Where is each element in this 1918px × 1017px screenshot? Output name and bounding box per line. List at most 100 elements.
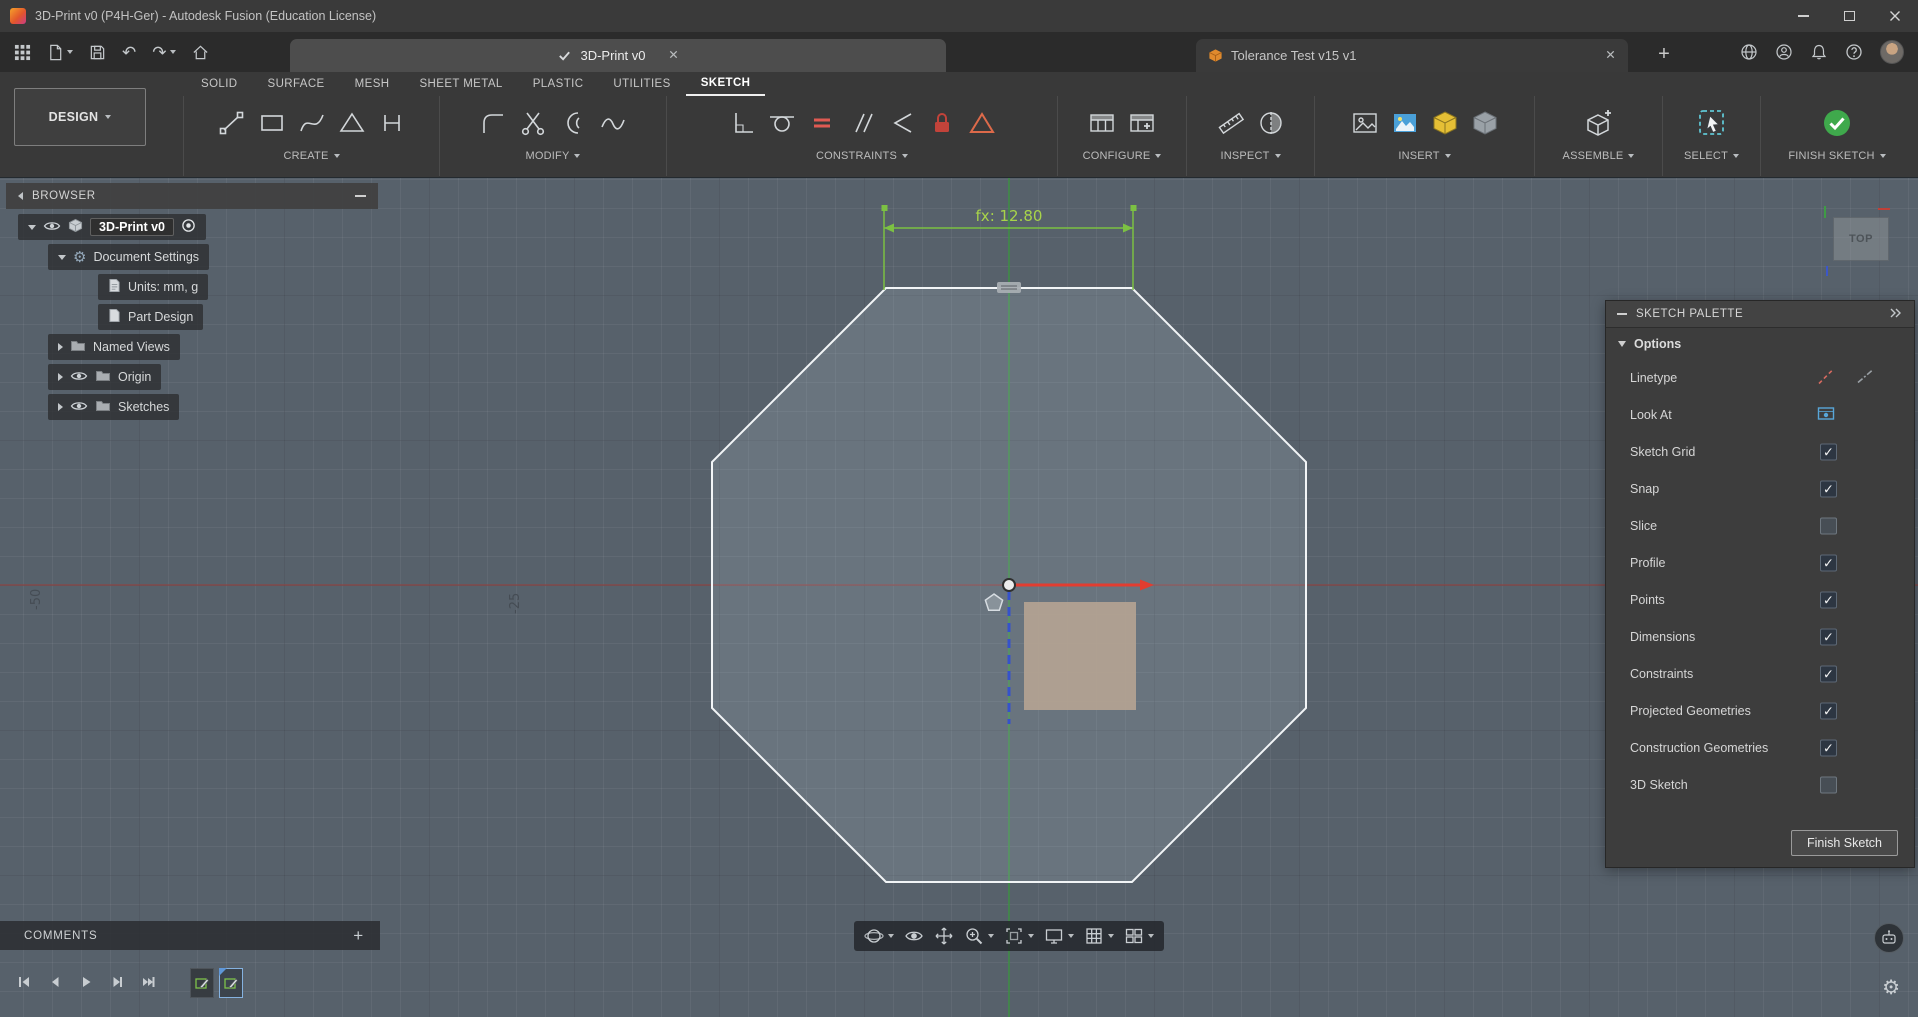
look-at-view-icon[interactable] bbox=[904, 926, 924, 946]
dock-palette-icon[interactable] bbox=[1889, 308, 1903, 321]
fillet-tool-icon[interactable] bbox=[478, 108, 508, 138]
workspace-selector[interactable]: DESIGN bbox=[14, 88, 146, 146]
add-comment-button[interactable]: + bbox=[353, 926, 364, 946]
projected-geometries-checkbox[interactable]: ✓ bbox=[1820, 702, 1837, 719]
browser-row-named-views[interactable]: Named Views bbox=[48, 334, 180, 360]
browser-row-origin[interactable]: Origin bbox=[48, 364, 162, 390]
close-button[interactable] bbox=[1872, 0, 1918, 32]
profile-icon[interactable] bbox=[1775, 43, 1793, 61]
trim-tool-icon[interactable] bbox=[518, 108, 548, 138]
configure-menu[interactable]: CONFIGURE bbox=[1083, 150, 1162, 162]
selected-profile-region[interactable] bbox=[1024, 602, 1136, 710]
browser-header[interactable]: BROWSER bbox=[6, 183, 378, 209]
slot-tool-icon[interactable] bbox=[377, 108, 407, 138]
browser-row-units[interactable]: Units: mm, g bbox=[98, 274, 209, 300]
mcmaster-part-icon[interactable] bbox=[1430, 108, 1460, 138]
chevron-right-icon[interactable] bbox=[58, 373, 63, 381]
lock-constraint-icon[interactable] bbox=[927, 108, 957, 138]
sketch-palette-header[interactable]: SKETCH PALETTE bbox=[1606, 301, 1914, 328]
chevron-down-icon[interactable] bbox=[58, 254, 66, 260]
step-forward-button[interactable] bbox=[109, 974, 125, 990]
slice-checkbox[interactable] bbox=[1820, 517, 1837, 534]
timeline-sketch-feature-active[interactable] bbox=[219, 968, 243, 998]
step-back-button[interactable] bbox=[47, 974, 63, 990]
insert-mesh-icon[interactable] bbox=[1470, 108, 1500, 138]
fit-view-icon[interactable] bbox=[1004, 926, 1034, 946]
view-cube[interactable]: TOP bbox=[1824, 206, 1890, 276]
offset-tool-icon[interactable] bbox=[558, 108, 588, 138]
new-component-icon[interactable] bbox=[1584, 108, 1614, 138]
points-checkbox[interactable]: ✓ bbox=[1820, 591, 1837, 608]
options-section-header[interactable]: Options bbox=[1606, 328, 1914, 359]
help-icon[interactable] bbox=[1845, 43, 1863, 61]
finish-sketch-icon[interactable] bbox=[1821, 107, 1853, 139]
collapse-browser-icon[interactable] bbox=[18, 192, 23, 200]
pan-icon[interactable] bbox=[934, 926, 954, 946]
browser-row-sketches[interactable]: Sketches bbox=[48, 394, 180, 420]
chevron-right-icon[interactable] bbox=[58, 343, 63, 351]
tab-surface[interactable]: SURFACE bbox=[253, 72, 340, 96]
spline-tool-icon[interactable] bbox=[297, 108, 327, 138]
section-analysis-icon[interactable] bbox=[1256, 108, 1286, 138]
preferences-gear-icon[interactable]: ⚙ bbox=[1882, 978, 1900, 998]
save-icon[interactable] bbox=[89, 44, 106, 61]
snap-checkbox[interactable]: ✓ bbox=[1820, 480, 1837, 497]
home-icon[interactable] bbox=[192, 44, 209, 61]
measure-tool-icon[interactable] bbox=[1216, 108, 1246, 138]
viewports-icon[interactable] bbox=[1124, 926, 1154, 946]
orbit-icon[interactable] bbox=[864, 926, 894, 946]
perpendicular-constraint-icon[interactable] bbox=[727, 108, 757, 138]
tab-sheet-metal[interactable]: SHEET METAL bbox=[404, 72, 517, 96]
timeline-sketch-feature[interactable] bbox=[190, 968, 214, 998]
comments-bar[interactable]: COMMENTS + bbox=[0, 921, 380, 950]
midpoint-grip[interactable] bbox=[997, 282, 1021, 293]
close-tab-icon[interactable] bbox=[668, 48, 679, 63]
dimension-grip[interactable] bbox=[1130, 205, 1137, 211]
zoom-icon[interactable] bbox=[964, 926, 994, 946]
document-tab-inactive[interactable]: Tolerance Test v15 v1 bbox=[1196, 39, 1628, 72]
sketch-grid-checkbox[interactable]: ✓ bbox=[1820, 443, 1837, 460]
polygon-tool-icon[interactable] bbox=[337, 108, 367, 138]
play-button[interactable] bbox=[78, 974, 94, 990]
create-menu[interactable]: CREATE bbox=[283, 150, 340, 162]
new-tab-button[interactable]: + bbox=[1650, 40, 1678, 68]
line-tool-icon[interactable] bbox=[217, 108, 247, 138]
profile-checkbox[interactable]: ✓ bbox=[1820, 554, 1837, 571]
3d-sketch-checkbox[interactable] bbox=[1820, 776, 1837, 793]
go-to-end-button[interactable] bbox=[140, 974, 156, 990]
maximize-button[interactable] bbox=[1826, 0, 1872, 32]
select-tool-icon[interactable] bbox=[1697, 108, 1727, 138]
decal-icon[interactable] bbox=[1350, 108, 1380, 138]
visibility-eye-icon[interactable] bbox=[70, 400, 88, 415]
visibility-eye-icon[interactable] bbox=[43, 220, 61, 235]
activate-component-icon[interactable] bbox=[181, 218, 196, 236]
browser-row-root[interactable]: 3D-Print v0 bbox=[18, 214, 206, 240]
collapse-palette-icon[interactable] bbox=[1617, 313, 1627, 315]
parallel-constraint-icon[interactable] bbox=[847, 108, 877, 138]
collinear-constraint-icon[interactable] bbox=[887, 108, 917, 138]
web-icon[interactable] bbox=[1740, 43, 1758, 61]
tangent-constraint-icon[interactable] bbox=[767, 108, 797, 138]
select-menu[interactable]: SELECT bbox=[1684, 150, 1739, 162]
display-settings-icon[interactable] bbox=[1044, 926, 1074, 946]
tab-plastic[interactable]: PLASTIC bbox=[518, 72, 599, 96]
dimension-value[interactable]: fx: 12.80 bbox=[976, 207, 1043, 225]
go-to-start-button[interactable] bbox=[16, 974, 32, 990]
tab-utilities[interactable]: UTILITIES bbox=[598, 72, 685, 96]
finish-sketch-menu[interactable]: FINISH SKETCH bbox=[1788, 150, 1886, 162]
assistant-button[interactable] bbox=[1874, 923, 1904, 953]
constraints-checkbox[interactable]: ✓ bbox=[1820, 665, 1837, 682]
finish-sketch-button[interactable]: Finish Sketch bbox=[1790, 830, 1898, 856]
tab-solid[interactable]: SOLID bbox=[186, 72, 253, 96]
scale-tool-icon[interactable] bbox=[598, 108, 628, 138]
app-grid-icon[interactable] bbox=[14, 44, 31, 61]
named-configuration-icon[interactable] bbox=[1127, 108, 1157, 138]
fix-constraint-icon[interactable] bbox=[967, 108, 997, 138]
user-avatar[interactable] bbox=[1880, 40, 1904, 64]
dimension-grip[interactable] bbox=[881, 205, 888, 211]
grid-settings-icon[interactable] bbox=[1084, 926, 1114, 946]
sketch-viewport[interactable]: fx: 12.80 -50 -25 TOP BROWSER 3D-Print v… bbox=[0, 178, 1918, 1017]
minimize-button[interactable] bbox=[1780, 0, 1826, 32]
origin-point[interactable] bbox=[1002, 578, 1016, 592]
centerline-linetype-icon[interactable] bbox=[1855, 366, 1875, 389]
